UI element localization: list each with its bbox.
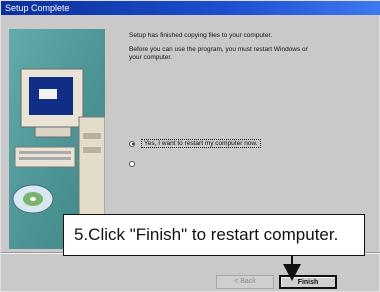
restart-instruction-line1: Before you can use the program, you must… [129, 46, 308, 53]
finish-button[interactable]: Finish [279, 275, 337, 289]
restart-now-label[interactable]: Yes, I want to restart my computer now. [141, 139, 261, 148]
restart-later-radio[interactable] [129, 161, 135, 167]
back-button[interactable]: < Back [216, 275, 274, 289]
cd-icon [12, 184, 54, 214]
restart-instruction-line2: your computer. [129, 54, 172, 61]
instruction-callout: 5.Click "Finish" to restart computer. [63, 214, 365, 256]
restart-now-radio[interactable] [129, 140, 135, 147]
finished-message: Setup has finished copying files to your… [129, 32, 273, 39]
restart-now-option[interactable]: Yes, I want to restart my computer now. [129, 139, 261, 148]
restart-later-option[interactable] [129, 161, 135, 167]
window-title: Setup Complete [1, 1, 380, 15]
